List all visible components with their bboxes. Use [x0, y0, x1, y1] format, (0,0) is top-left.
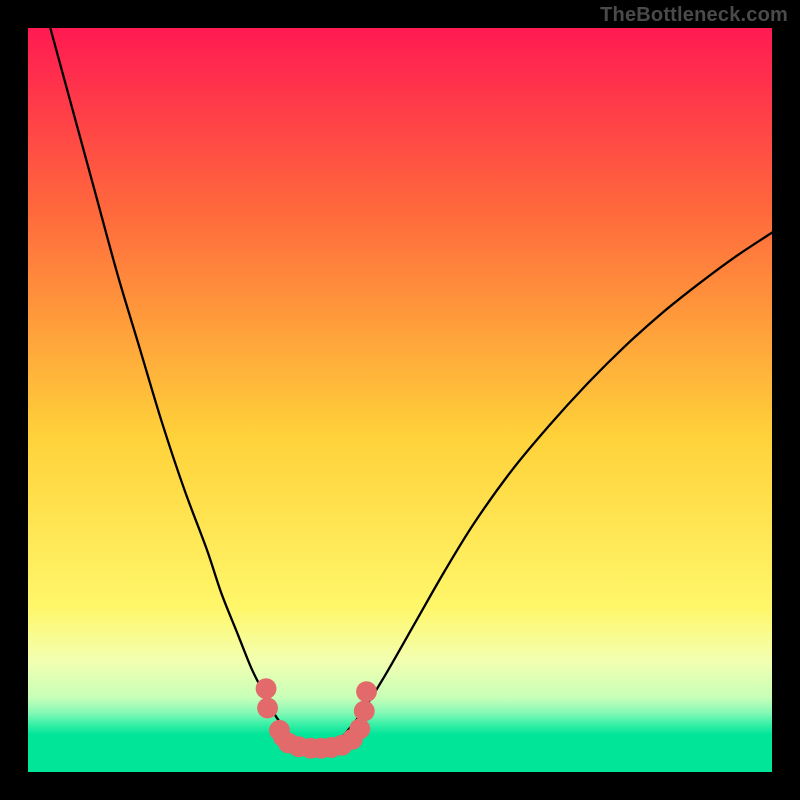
plot-svg [28, 28, 772, 772]
valley-dot [356, 681, 377, 702]
gradient-background [28, 28, 772, 772]
attribution-text: TheBottleneck.com [600, 4, 788, 27]
valley-dot [349, 718, 370, 739]
chart-stage: TheBottleneck.com [0, 0, 800, 800]
valley-dot [354, 701, 375, 722]
valley-dot [257, 698, 278, 719]
plot-area [28, 28, 772, 772]
valley-dot [256, 678, 277, 699]
